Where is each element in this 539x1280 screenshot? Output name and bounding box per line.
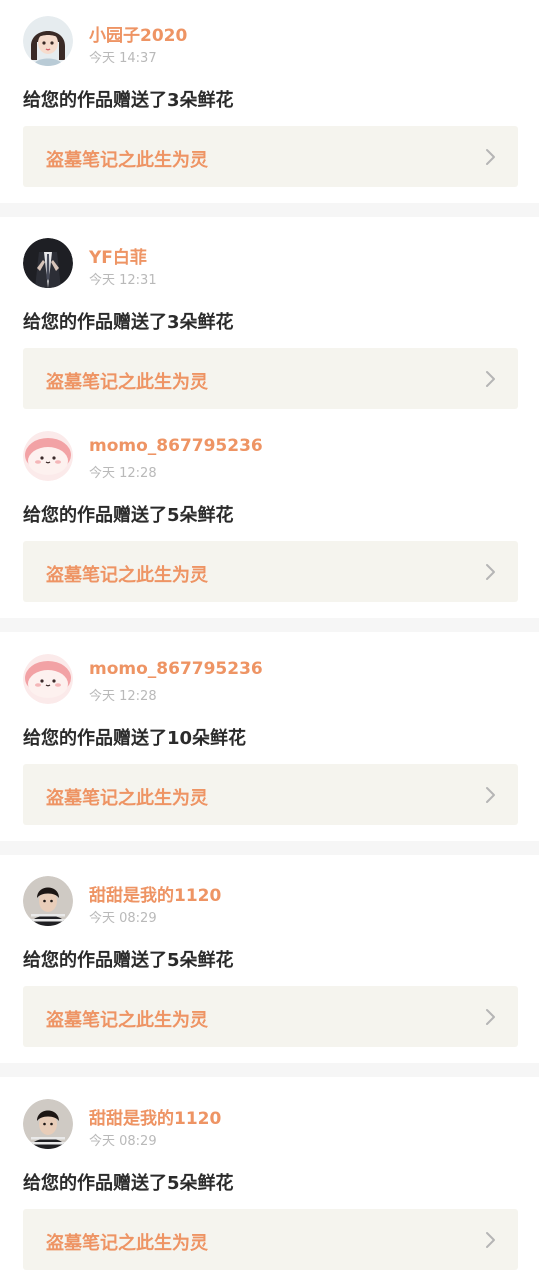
section-divider xyxy=(0,1063,539,1077)
gift-message: 给您的作品赠送了5朵鲜花 xyxy=(23,505,234,526)
work-title: 盗墓笔记之此生为灵 xyxy=(46,565,208,586)
notification-item: 甜甜是我的1120 今天 08:29 给您的作品赠送了5朵鲜花 盗墓笔记之此生为… xyxy=(0,860,539,1063)
notification-item: momo_867795236 今天 12:28 给您的作品赠送了5朵鲜花 盗墓笔… xyxy=(0,415,539,618)
girl-avatar-icon xyxy=(23,16,73,66)
work-title: 盗墓笔记之此生为灵 xyxy=(46,372,208,393)
username[interactable]: momo_867795236 xyxy=(89,436,263,456)
chevron-right-icon xyxy=(486,787,495,803)
notification-item: 小园子2020 今天 14:37 给您的作品赠送了3朵鲜花 盗墓笔记之此生为灵 xyxy=(0,0,539,203)
work-link-card[interactable]: 盗墓笔记之此生为灵 xyxy=(23,764,518,825)
notification-item: momo_867795236 今天 12:28 给您的作品赠送了10朵鲜花 盗墓… xyxy=(0,638,539,841)
gift-message: 给您的作品赠送了3朵鲜花 xyxy=(23,90,234,111)
boy-striped-avatar-icon xyxy=(23,876,73,926)
boy-striped-avatar-icon xyxy=(23,1099,73,1149)
work-link-card[interactable]: 盗墓笔记之此生为灵 xyxy=(23,986,518,1047)
gift-notification-feed: 小园子2020 今天 14:37 给您的作品赠送了3朵鲜花 盗墓笔记之此生为灵 … xyxy=(0,0,539,1280)
chevron-right-icon xyxy=(486,371,495,387)
username[interactable]: momo_867795236 xyxy=(89,659,263,679)
timestamp: 今天 12:28 xyxy=(89,466,157,481)
notification-item: YF白菲 今天 12:31 给您的作品赠送了3朵鲜花 盗墓笔记之此生为灵 xyxy=(0,222,539,415)
pink-blob-avatar-icon xyxy=(23,654,73,704)
pink-blob-avatar-icon xyxy=(23,431,73,481)
work-link-card[interactable]: 盗墓笔记之此生为灵 xyxy=(23,1209,518,1270)
chevron-right-icon xyxy=(486,1232,495,1248)
section-divider xyxy=(0,203,539,217)
username[interactable]: 小园子2020 xyxy=(89,21,187,46)
timestamp: 今天 08:29 xyxy=(89,911,157,926)
user-avatar[interactable] xyxy=(23,654,73,704)
chevron-right-icon xyxy=(486,149,495,165)
user-avatar[interactable] xyxy=(23,16,73,66)
work-link-card[interactable]: 盗墓笔记之此生为灵 xyxy=(23,126,518,187)
gift-message: 给您的作品赠送了5朵鲜花 xyxy=(23,950,234,971)
gift-message: 给您的作品赠送了10朵鲜花 xyxy=(23,728,247,749)
work-link-card[interactable]: 盗墓笔记之此生为灵 xyxy=(23,348,518,409)
work-link-card[interactable]: 盗墓笔记之此生为灵 xyxy=(23,541,518,602)
user-avatar[interactable] xyxy=(23,238,73,288)
username[interactable]: 甜甜是我的1120 xyxy=(89,881,221,906)
gift-message: 给您的作品赠送了5朵鲜花 xyxy=(23,1173,234,1194)
username[interactable]: YF白菲 xyxy=(89,243,147,268)
work-title: 盗墓笔记之此生为灵 xyxy=(46,1010,208,1031)
timestamp: 今天 12:31 xyxy=(89,273,157,288)
section-divider xyxy=(0,841,539,855)
notification-item: 甜甜是我的1120 今天 08:29 给您的作品赠送了5朵鲜花 盗墓笔记之此生为… xyxy=(0,1083,539,1280)
work-title: 盗墓笔记之此生为灵 xyxy=(46,150,208,171)
chevron-right-icon xyxy=(486,564,495,580)
timestamp: 今天 12:28 xyxy=(89,689,157,704)
timestamp: 今天 08:29 xyxy=(89,1134,157,1149)
user-avatar[interactable] xyxy=(23,1099,73,1149)
timestamp: 今天 14:37 xyxy=(89,51,157,66)
dark-suit-avatar-icon xyxy=(23,238,73,288)
section-divider xyxy=(0,618,539,632)
user-avatar[interactable] xyxy=(23,876,73,926)
gift-message: 给您的作品赠送了3朵鲜花 xyxy=(23,312,234,333)
username[interactable]: 甜甜是我的1120 xyxy=(89,1104,221,1129)
user-avatar[interactable] xyxy=(23,431,73,481)
work-title: 盗墓笔记之此生为灵 xyxy=(46,1233,208,1254)
work-title: 盗墓笔记之此生为灵 xyxy=(46,788,208,809)
chevron-right-icon xyxy=(486,1009,495,1025)
